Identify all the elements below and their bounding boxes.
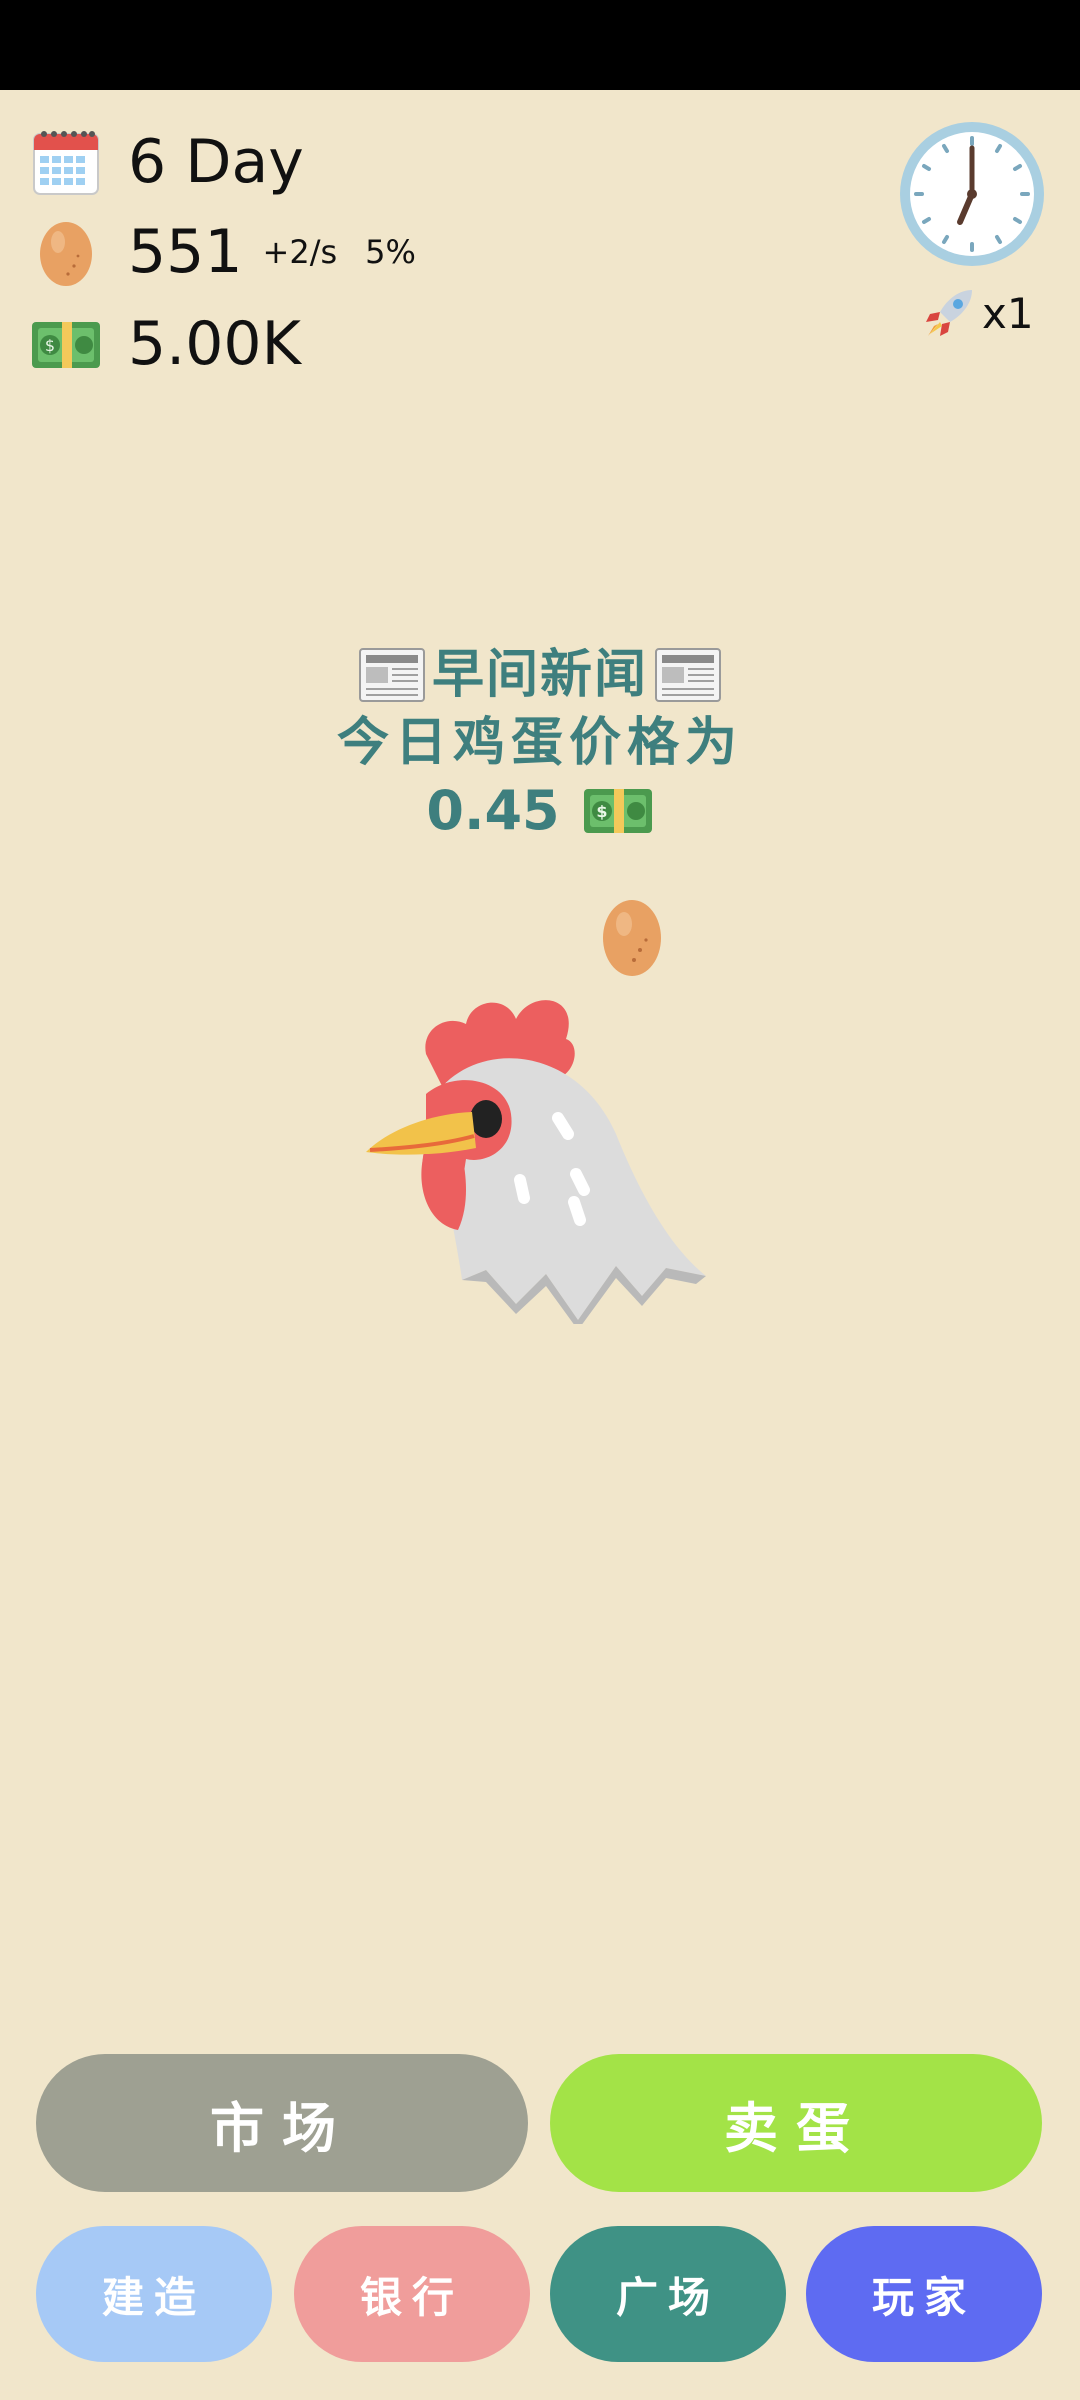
speed-indicator[interactable]: x1 [920, 284, 1034, 342]
svg-text:$: $ [45, 336, 55, 355]
news-title: 早间新闻 [431, 645, 648, 705]
player-label: 玩家 [871, 2272, 976, 2322]
plaza-label: 广场 [615, 2272, 720, 2322]
day-stat: 6 Day [30, 126, 304, 198]
news-subtitle: 今日鸡蛋价格为 [336, 713, 743, 773]
bank-button[interactable]: 银行 [294, 2226, 530, 2362]
chicken-icon[interactable] [366, 984, 716, 1324]
money-value: 5.00K [128, 309, 301, 379]
morning-news: 早间新闻 今日鸡蛋价格为 0.45 $ [0, 640, 1080, 846]
egg-icon [40, 222, 92, 286]
bank-label: 银行 [359, 2272, 464, 2322]
egg-price: 0.45 [426, 779, 560, 842]
player-button[interactable]: 玩家 [806, 2226, 1042, 2362]
money-icon: $ [32, 322, 100, 368]
rocket-icon [926, 290, 972, 336]
day-value: 6 Day [128, 127, 304, 197]
egg-percent: 5% [365, 233, 416, 271]
newspaper-icon [358, 648, 425, 702]
market-label: 市场 [210, 2096, 354, 2160]
market-button[interactable]: 市场 [36, 2054, 528, 2192]
egg-rate: +2/s [262, 233, 338, 271]
status-bar [0, 0, 1080, 90]
egg-icon [603, 900, 661, 976]
clock-icon[interactable] [898, 120, 1046, 268]
sell-label: 卖蛋 [724, 2096, 868, 2160]
speed-label: x1 [982, 288, 1034, 338]
egg-count: 551 [128, 217, 243, 287]
build-button[interactable]: 建造 [36, 2226, 272, 2362]
svg-text:$: $ [596, 802, 607, 821]
money-icon: $ [583, 789, 652, 833]
plaza-button[interactable]: 广场 [550, 2226, 786, 2362]
calendar-icon [33, 131, 99, 195]
egg-stat: 551 +2/s 5% [30, 216, 416, 288]
money-stat: $ 5.00K [30, 308, 301, 380]
newspaper-icon [655, 648, 721, 702]
sell-eggs-button[interactable]: 卖蛋 [550, 2054, 1042, 2192]
build-label: 建造 [101, 2272, 206, 2322]
